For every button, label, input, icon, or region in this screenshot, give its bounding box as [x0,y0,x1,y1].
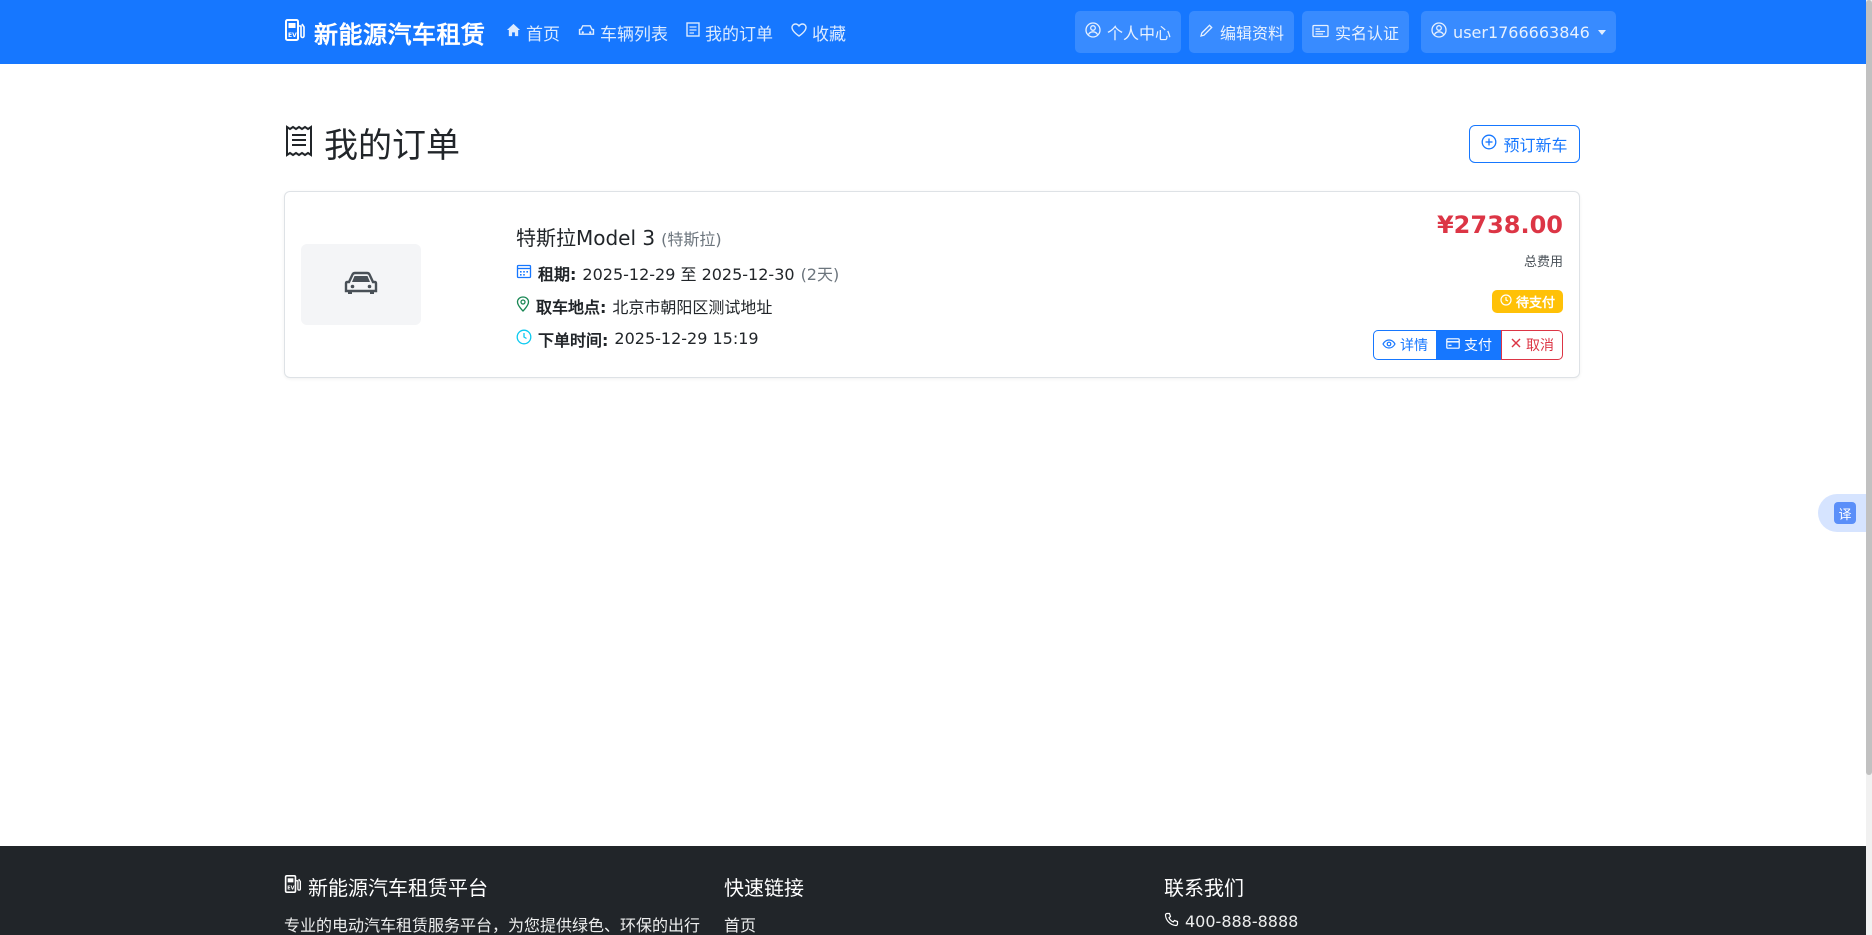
scrollbar-thumb[interactable] [1866,0,1872,775]
footer-phone-row: 400-888-8888 [1164,912,1298,931]
car-icon [344,271,378,299]
heart-icon [791,22,807,42]
clock-icon [1500,293,1512,310]
status-label: 待支付 [1515,296,1555,311]
car-brand: (特斯拉) [661,230,722,249]
brand-logo-link[interactable]: EV 新能源汽车租赁 [284,16,486,49]
book-new-car-label: 预订新车 [1503,136,1568,155]
username: user1766663846 [1453,22,1590,42]
rental-period-value: 2025-12-29 至 2025-12-30 [582,264,795,284]
ev-station-icon: EV [284,874,302,899]
id-card-icon [1312,23,1329,42]
pickup-location-value: 北京市朝阳区测试地址 [612,297,773,317]
close-icon [1510,337,1522,353]
cancel-button[interactable]: 取消 [1501,330,1563,360]
pay-button[interactable]: 支付 [1437,330,1501,360]
car-title: 特斯拉Model 3 (特斯拉) [516,222,839,251]
nav-button-verify[interactable]: 实名认证 [1302,11,1410,53]
nav-link-label: 首页 [526,24,560,45]
person-circle-icon [1085,22,1101,42]
nav-button-label: 实名认证 [1335,24,1400,43]
order-time-row: 下单时间: 2025-12-29 15:19 [516,327,839,350]
order-time-value: 2025-12-29 15:19 [614,329,759,348]
clock-icon [516,329,532,349]
footer-quick-links-title: 快速链接 [724,876,804,900]
footer-quick-links: 快速链接 首页 [724,872,804,935]
cancel-button-label: 取消 [1526,338,1554,354]
receipt-icon [284,124,314,161]
detail-button[interactable]: 详情 [1373,330,1437,360]
translate-icon: 译 [1834,502,1856,524]
order-actions: 详情 支付 取消 [1373,330,1563,360]
calendar-icon [516,263,532,283]
top-navbar: EV 新能源汽车租赁 首页 车辆列表 我的订单 收藏 个人中心 编辑资料 实名认… [0,0,1866,64]
order-card: 特斯拉Model 3 (特斯拉) 租期: 2025-12-29 至 2025-1… [284,191,1580,378]
rental-days: (2天) [800,264,840,284]
nav-link-vehicles[interactable]: 车辆列表 [578,20,668,45]
pencil-icon [1199,23,1214,42]
nav-button-edit-profile[interactable]: 编辑资料 [1189,11,1295,53]
nav-button-label: 编辑资料 [1220,24,1285,43]
order-total-price: ¥2738.00 [1436,211,1563,239]
footer-about-title-text: 新能源汽车租赁平台 [308,876,488,900]
detail-button-label: 详情 [1400,338,1428,354]
ev-station-icon: EV [284,18,306,46]
pickup-location-row: 取车地点: 北京市朝阳区测试地址 [516,294,839,317]
plus-circle-icon [1481,134,1497,154]
nav-link-label: 车辆列表 [600,24,668,45]
pay-button-label: 支付 [1464,338,1492,354]
pickup-location-label: 取车地点: [536,297,607,317]
nav-link-home[interactable]: 首页 [506,20,560,45]
svg-text:EV: EV [288,32,297,39]
order-time-label: 下单时间: [538,330,609,350]
footer-contact-title: 联系我们 [1164,876,1244,900]
page-title-text: 我的订单 [324,126,460,166]
nav-link-favorites[interactable]: 收藏 [791,20,846,45]
nav-button-label: 个人中心 [1107,24,1172,43]
person-circle-icon [1431,22,1447,42]
book-new-car-button[interactable]: 预订新车 [1469,125,1580,163]
status-badge: 待支付 [1491,290,1563,313]
eye-icon [1382,337,1396,353]
order-total-label: 总费用 [1523,255,1563,270]
page-scrollbar[interactable] [1866,0,1872,935]
brand-name: 新能源汽车租赁 [314,20,486,49]
page-title: 我的订单 [284,118,460,167]
car-name: 特斯拉Model 3 [516,226,656,250]
footer-about-text: 专业的电动汽车租赁服务平台，为您提供绿色、环保的出行 [284,916,701,935]
footer-about-title: EV 新能源汽车租赁平台 [284,872,700,901]
rental-period-label: 租期: [538,264,577,284]
footer-contact: 联系我们 400-888-8888 [1164,872,1298,931]
location-pin-icon [516,295,530,316]
nav-link-my-orders[interactable]: 我的订单 [686,20,773,45]
footer-about: EV 新能源汽车租赁平台 专业的电动汽车租赁服务平台，为您提供绿色、环保的出行 [284,872,700,935]
order-info: 特斯拉Model 3 (特斯拉) 租期: 2025-12-29 至 2025-1… [516,222,839,350]
credit-card-icon [1446,337,1460,353]
svg-text:EV: EV [287,886,294,892]
car-icon [578,22,595,42]
translate-widget[interactable]: 译 [1818,494,1866,532]
footer: EV 新能源汽车租赁平台 专业的电动汽车租赁服务平台，为您提供绿色、环保的出行 … [0,846,1866,935]
nav-link-label: 我的订单 [705,24,773,45]
house-icon [506,22,521,42]
nav-button-profile[interactable]: 个人中心 [1075,11,1182,53]
nav-link-label: 收藏 [812,24,846,45]
receipt-icon [686,22,700,42]
phone-icon [1164,912,1179,931]
user-dropdown[interactable]: user1766663846 [1421,11,1616,53]
rental-period-row: 租期: 2025-12-29 至 2025-12-30 (2天) [516,261,839,284]
car-thumbnail [301,244,421,325]
footer-link-home[interactable]: 首页 [724,912,804,935]
chevron-down-icon [1597,29,1606,35]
footer-phone: 400-888-8888 [1185,912,1299,931]
